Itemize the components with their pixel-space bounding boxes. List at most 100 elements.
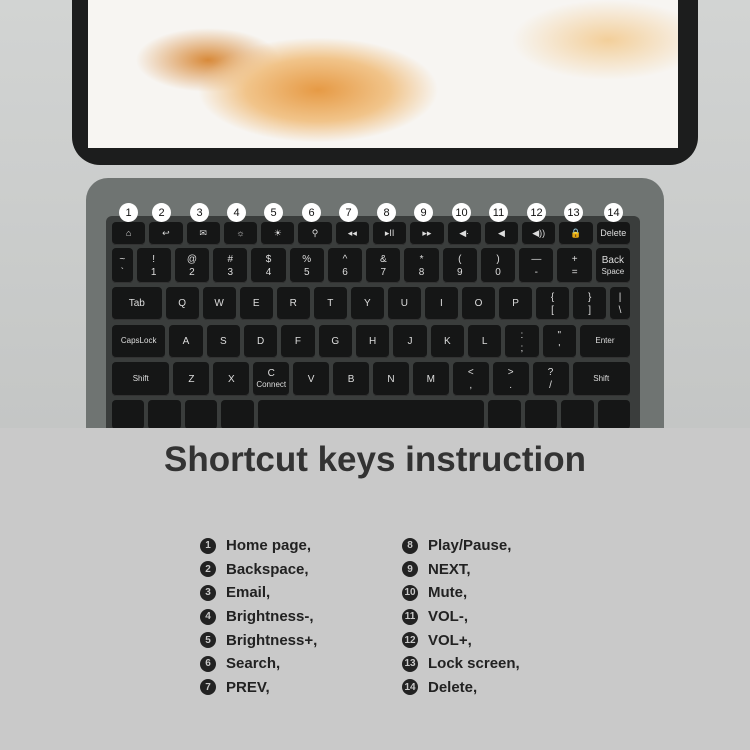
key-2: @2 <box>174 248 210 283</box>
key-label: R <box>289 298 297 309</box>
shift-row: Shift Z X C Connect V B N M <, >.? / Shift <box>112 362 630 396</box>
brightness-down-icon-key: ☼ <box>223 222 258 245</box>
key-label: Enter <box>595 336 615 346</box>
key-p: P <box>499 287 533 320</box>
number-bullet: 9 <box>402 561 418 578</box>
key-label: D <box>257 336 265 347</box>
key-9: (9 <box>442 248 477 283</box>
key-i: I <box>424 287 458 320</box>
key-x: X <box>213 362 250 396</box>
key-label: 9 <box>457 266 463 278</box>
number-bullet: 5 <box>200 632 216 649</box>
key-top-label: $ <box>265 253 272 265</box>
key-: <, <box>452 362 489 396</box>
number-bullet: 3 <box>200 584 216 601</box>
key-label: Connect <box>256 380 287 390</box>
key-label: - <box>534 266 539 278</box>
key-u: U <box>387 287 421 320</box>
callout-number: 7 <box>339 203 358 222</box>
key-label: Z <box>188 373 195 385</box>
key-label: B <box>347 373 355 385</box>
key-n: N <box>372 362 409 396</box>
key-4: $4 <box>251 248 286 283</box>
shortcut-label: VOL-, <box>428 608 468 626</box>
key-label: ] <box>588 304 591 316</box>
key-top-label: ( <box>458 253 462 265</box>
number-row: ~ `! 1 @2 #3 $4% 5 ^ 6 & 7 * 8(9) 0— - + = Back Space <box>112 248 631 283</box>
shortcut-list-left: 1 Home page, 2 Backspace, 3 Email, 4 Brightness… <box>200 534 317 699</box>
key <box>148 400 181 428</box>
shortcut-item: 6 Search, <box>200 652 317 676</box>
key-e: E <box>239 287 273 320</box>
key-8: * 8 <box>404 248 439 283</box>
key-: ? / <box>532 362 569 396</box>
key-top-label: < <box>467 367 474 378</box>
key-top-label: " <box>557 329 562 341</box>
key-0: ) 0 <box>480 248 516 283</box>
key-label: T <box>327 298 334 309</box>
key-: | \ <box>610 287 630 320</box>
key-h: H <box>355 325 390 358</box>
key-enter: Enter <box>579 325 630 358</box>
callout-number: 14 <box>604 203 623 222</box>
key-s: S <box>206 325 240 358</box>
key-b: B <box>333 362 369 396</box>
key-top-label: % <box>302 253 312 265</box>
mute-icon-key: ◀· <box>447 222 481 245</box>
vol-up-icon-key: ◀)) <box>522 222 556 245</box>
shortcut-label: Delete, <box>428 678 478 696</box>
key-label: E <box>252 298 260 309</box>
keyboard-case-photo: 1 2 3 4 5 6 7 8 9 10 11 12 13 14 ⌂ ↩ ✉ ☼ ☀ ⚲ ◂◂ ▸II ▸▸ ◀· ◀ ◀)) 🔒… <box>0 0 750 428</box>
shortcut-item: 4 Brightness-, <box>200 605 317 629</box>
number-bullet: 4 <box>200 608 216 625</box>
callout-number: 1 <box>119 203 138 222</box>
shortcut-label: NEXT, <box>428 560 471 578</box>
key-capslock: CapsLock <box>112 325 166 358</box>
number-bullet: 2 <box>200 561 216 578</box>
number-bullet: 8 <box>402 537 418 554</box>
key-label: F <box>294 336 302 347</box>
key-top-label: | <box>618 291 622 303</box>
shortcut-label: Backspace, <box>226 560 309 578</box>
key-top-label: ^ <box>342 253 348 265</box>
next-icon-key: ▸▸ <box>410 222 444 245</box>
key-label: M <box>426 373 436 385</box>
key-top-label: Back <box>601 254 624 266</box>
key-label: Q <box>178 298 186 309</box>
key <box>112 400 145 428</box>
back-icon-key: ↩ <box>149 222 183 245</box>
key-3: #3 <box>213 248 248 283</box>
number-bullet: 1 <box>200 537 216 554</box>
shortcut-item: 5 Brightness+, <box>200 628 317 652</box>
key-label: 0 <box>495 266 501 278</box>
key-label: 7 <box>380 266 387 278</box>
key-label: W <box>214 298 224 309</box>
callout-number: 6 <box>302 203 321 222</box>
number-bullet: 12 <box>402 632 418 649</box>
brightness-up-icon-key: ☀ <box>261 222 295 245</box>
key <box>184 400 218 428</box>
shortcut-item: 9 NEXT, <box>402 558 520 582</box>
key-top-label: ) <box>496 253 500 265</box>
key-label: 3 <box>227 266 233 278</box>
key-label: G <box>331 336 340 347</box>
key-top-label: # <box>227 253 233 265</box>
key-5: % 5 <box>289 248 324 283</box>
key-: :; <box>505 325 539 358</box>
key-label: ; <box>520 342 524 354</box>
key-label: A <box>182 336 190 347</box>
key-label: 6 <box>342 266 348 278</box>
shortcut-label: Mute, <box>428 584 468 602</box>
key-label: Shift <box>593 373 610 383</box>
key-label: X <box>227 373 235 385</box>
shortcut-item: 10 Mute, <box>402 581 520 605</box>
key-label: , <box>469 380 473 391</box>
bottom-row <box>112 400 631 428</box>
key-: + = <box>557 248 592 283</box>
key-label: L <box>481 336 488 347</box>
spacebar <box>257 400 485 428</box>
shortcut-label: Play/Pause, <box>428 537 512 555</box>
home-icon-key: ⌂ <box>112 222 146 245</box>
shortcut-item: 13 Lock screen, <box>402 652 520 676</box>
key-label: V <box>307 373 315 385</box>
